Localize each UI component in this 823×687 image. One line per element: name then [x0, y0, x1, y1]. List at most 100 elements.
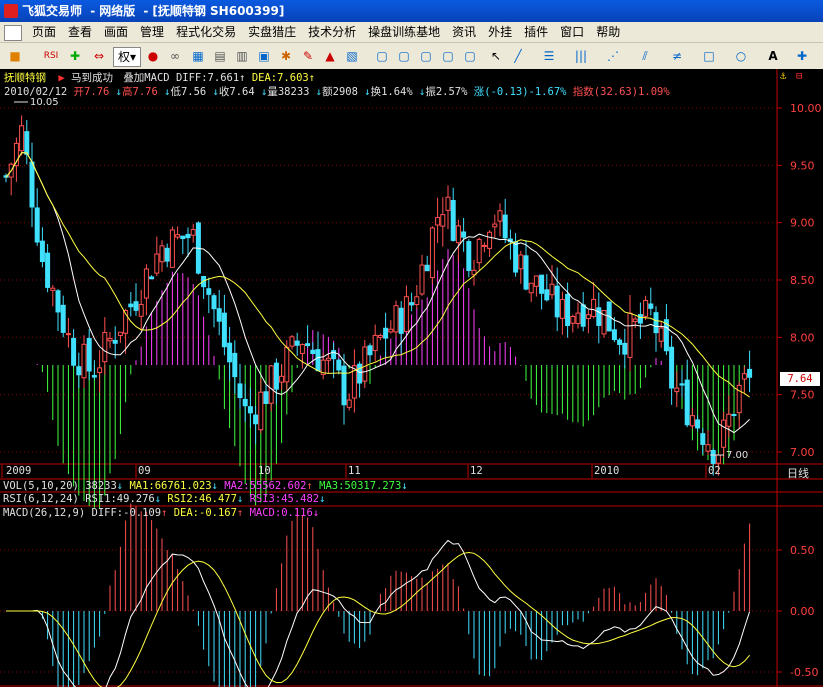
- candle-body: [107, 338, 113, 342]
- document-icon[interactable]: [4, 25, 22, 41]
- record-icon[interactable]: ●: [144, 47, 162, 65]
- candle-body: [559, 298, 565, 319]
- calc-icon[interactable]: ▣: [255, 47, 273, 65]
- gear-icon[interactable]: ✱: [277, 47, 295, 65]
- menu-view[interactable]: 查看: [62, 22, 98, 42]
- fib-tool-icon[interactable]: ☰: [540, 47, 558, 65]
- text-tool-icon[interactable]: A: [764, 47, 782, 65]
- period-label[interactable]: 日线: [787, 465, 809, 481]
- menu-help[interactable]: 帮助: [590, 22, 626, 42]
- stock-name[interactable]: 抚顺特钢: [4, 72, 46, 84]
- candle-body: [622, 342, 628, 355]
- rsi-info-line[interactable]: RSI(6,12,24) RSI1:49.276↓ RSI2:46.477↓ R…: [3, 493, 325, 505]
- pen-icon[interactable]: ✎: [299, 47, 317, 65]
- glasses-icon[interactable]: ∞: [166, 47, 184, 65]
- grid-icon[interactable]: ▦: [189, 47, 207, 65]
- candle-body: [632, 318, 638, 323]
- time-label-2010: 2010: [594, 465, 620, 477]
- menu-hunter[interactable]: 实盘猎庄: [242, 22, 302, 42]
- chart-icon[interactable]: ▧: [343, 47, 361, 65]
- candle-body: [357, 363, 363, 384]
- candle-body: [34, 207, 40, 243]
- menu-program-trading[interactable]: 程式化交易: [170, 22, 242, 42]
- overlay-label: 叠加MACD: [123, 72, 170, 84]
- candle-body: [419, 264, 425, 295]
- rsi-params: RSI(6,12,24): [3, 493, 79, 505]
- menu-canvas[interactable]: 画面: [98, 22, 134, 42]
- menu-plugin-ext[interactable]: 外挂: [482, 22, 518, 42]
- candle-body: [216, 308, 222, 322]
- macd-info-line[interactable]: MACD(26,12,9) DIFF:-0.109↑ DEA:-0.167↑ M…: [3, 507, 319, 519]
- pointer-icon[interactable]: ↖: [487, 47, 505, 65]
- move-icon[interactable]: ✚: [66, 47, 84, 65]
- quote-low: 低7.56: [170, 86, 207, 98]
- candle-body: [424, 264, 430, 272]
- candle-body: [705, 444, 711, 452]
- candle-body: [591, 298, 597, 318]
- header-diff: DIFF:7.661: [175, 72, 240, 84]
- candle-body: [684, 379, 690, 426]
- book-icon[interactable]: ▥: [233, 47, 251, 65]
- menu-manage[interactable]: 管理: [134, 22, 170, 42]
- fan-tool-icon[interactable]: ⋰: [604, 47, 622, 65]
- rect-tool-icon[interactable]: □: [700, 47, 718, 65]
- kline-chart[interactable]: 0.50 0.00 -0.50 10.00 9.50 9.00 8.50 8.00 7.50 7…: [0, 69, 823, 687]
- time-label-09: 09: [138, 465, 151, 477]
- quote-date: 2010/02/12: [4, 86, 68, 98]
- anchor-icon[interactable]: ⚓: [780, 70, 786, 82]
- channel-tool-icon[interactable]: ⫽: [636, 47, 654, 65]
- candle-body: [310, 349, 316, 355]
- menu-plugins[interactable]: 插件: [518, 22, 554, 42]
- line-tool-icon[interactable]: ╱: [509, 47, 527, 65]
- candle-body: [377, 335, 383, 338]
- menu-info[interactable]: 资讯: [446, 22, 482, 42]
- quote-close: 收7.64: [218, 86, 255, 98]
- candle-body: [346, 399, 352, 408]
- candle-body: [273, 362, 279, 390]
- candle-body: [715, 454, 721, 464]
- header-line: 抚顺特钢 ▶ 马到成功 叠加MACD DIFF:7.661↑ DEA:7.603…: [4, 72, 316, 84]
- candle-body: [289, 336, 295, 347]
- bell-icon[interactable]: ▲: [321, 47, 339, 65]
- candle-body: [39, 240, 45, 263]
- candle-body: [169, 229, 175, 268]
- header-dea: DEA:7.603: [251, 72, 309, 84]
- candle-body: [247, 406, 253, 414]
- candle-body: [143, 268, 149, 299]
- candle-body: [611, 329, 617, 341]
- swap-icon[interactable]: ⇔: [90, 47, 108, 65]
- vol-info-line[interactable]: VOL(5,10,20) 38233↓ MA1:66761.023↓ MA2:5…: [3, 480, 408, 492]
- menu-training[interactable]: 操盘训练基地: [362, 22, 446, 42]
- window-1-icon[interactable]: ▢: [373, 47, 391, 65]
- plus-tool-icon[interactable]: ✚: [793, 47, 811, 65]
- parallel-tool-icon[interactable]: ≠: [668, 47, 686, 65]
- vol-ma1: MA1:66761.023: [129, 480, 212, 492]
- candle-body: [445, 196, 451, 211]
- menu-technical-analysis[interactable]: 技术分析: [302, 22, 362, 42]
- candle-body: [91, 375, 97, 378]
- candle-body: [294, 340, 300, 346]
- ellipse-tool-icon[interactable]: ○: [732, 47, 750, 65]
- window-5-icon[interactable]: ▢: [461, 47, 479, 65]
- candle-body: [128, 303, 134, 308]
- menu-window[interactable]: 窗口: [554, 22, 590, 42]
- vlines-tool-icon[interactable]: |||: [572, 47, 590, 65]
- menu-page[interactable]: 页面: [26, 22, 62, 42]
- window-2-icon[interactable]: ▢: [395, 47, 413, 65]
- restore-icon[interactable]: ⊟: [796, 70, 802, 82]
- chart-area: 0.50 0.00 -0.50 10.00 9.50 9.00 8.50 8.00 7.50 7…: [0, 69, 823, 687]
- window-4-icon[interactable]: ▢: [439, 47, 457, 65]
- candle-body: [554, 285, 560, 318]
- candle-body: [585, 314, 591, 319]
- window-3-icon[interactable]: ▢: [417, 47, 435, 65]
- rsi-icon[interactable]: RSI: [42, 47, 60, 65]
- rsi-2: RSI2:46.477: [167, 493, 237, 505]
- fq-select[interactable]: 权▾: [113, 47, 141, 67]
- candle-body: [575, 312, 581, 325]
- candle-body: [710, 449, 716, 464]
- low-marker: 7.00: [726, 450, 748, 461]
- quote-index: 指数(32.63)1.09%: [572, 86, 670, 98]
- open-icon[interactable]: ■: [6, 47, 24, 65]
- print-icon[interactable]: ▤: [211, 47, 229, 65]
- candle-body: [726, 413, 732, 427]
